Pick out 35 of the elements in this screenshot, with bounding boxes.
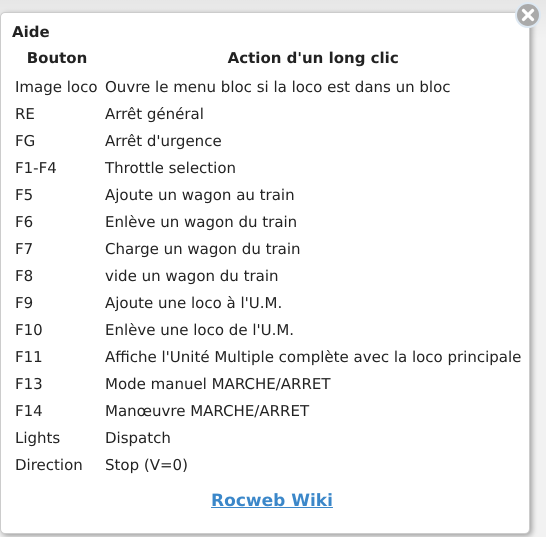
table-cell-text: F9 bbox=[14, 292, 34, 314]
table-cell-text: Image loco bbox=[14, 76, 99, 98]
close-icon[interactable] bbox=[515, 2, 541, 28]
table-cell-text: Manœuvre MARCHE/ARRET bbox=[104, 400, 310, 422]
table-cell-text: F14 bbox=[14, 400, 44, 422]
table-cell-text: Ajoute une loco à l'U.M. bbox=[104, 292, 284, 314]
column-header: Action d'un long clic bbox=[226, 48, 400, 69]
table-cell-text: F11 bbox=[14, 346, 44, 368]
table-cell-text: F5 bbox=[14, 184, 34, 206]
table-cell-text: Arrêt d'urgence bbox=[104, 130, 223, 152]
table-cell-text: F6 bbox=[14, 212, 34, 232]
table-cell-text: Ouvre le menu bloc si la loco est dans un bloc bbox=[104, 76, 452, 98]
table-cell-text: F13 bbox=[14, 374, 44, 394]
table-cell-text: Ajoute un wagon au train bbox=[104, 184, 296, 206]
table-cell-text: F1-F4 bbox=[14, 158, 58, 178]
table-cell-text: Charge un wagon du train bbox=[104, 238, 302, 260]
column-header: Bouton bbox=[26, 48, 88, 69]
table-cell-text: Stop (V=0) bbox=[104, 454, 189, 476]
table-cell-text: Lights bbox=[14, 428, 62, 448]
table-cell-text: vide un wagon du train bbox=[104, 266, 280, 286]
table-cell-text: F7 bbox=[14, 238, 34, 260]
table-cell-text: FG bbox=[14, 130, 36, 152]
table-cell-text: F8 bbox=[14, 266, 34, 286]
table-cell-text: Mode manuel MARCHE/ARRET bbox=[104, 374, 332, 394]
dialog-title: Aide bbox=[12, 23, 51, 41]
table-cell-text: Direction bbox=[14, 454, 84, 476]
table-cell-text: Arrêt général bbox=[104, 104, 205, 124]
table-cell-text: RE bbox=[14, 104, 36, 124]
wiki-link[interactable]: Rocweb Wiki bbox=[211, 491, 333, 511]
table-cell-text: F10 bbox=[14, 320, 44, 340]
table-cell-text: Dispatch bbox=[104, 428, 172, 448]
table-cell-text: Enlève un wagon du train bbox=[104, 212, 298, 232]
table-cell-text: Throttle selection bbox=[104, 158, 238, 178]
table-cell-text: Affiche l'Unité Multiple complète avec la loco principale bbox=[104, 346, 522, 368]
table-cell-text: Enlève une loco de l'U.M. bbox=[104, 320, 296, 340]
